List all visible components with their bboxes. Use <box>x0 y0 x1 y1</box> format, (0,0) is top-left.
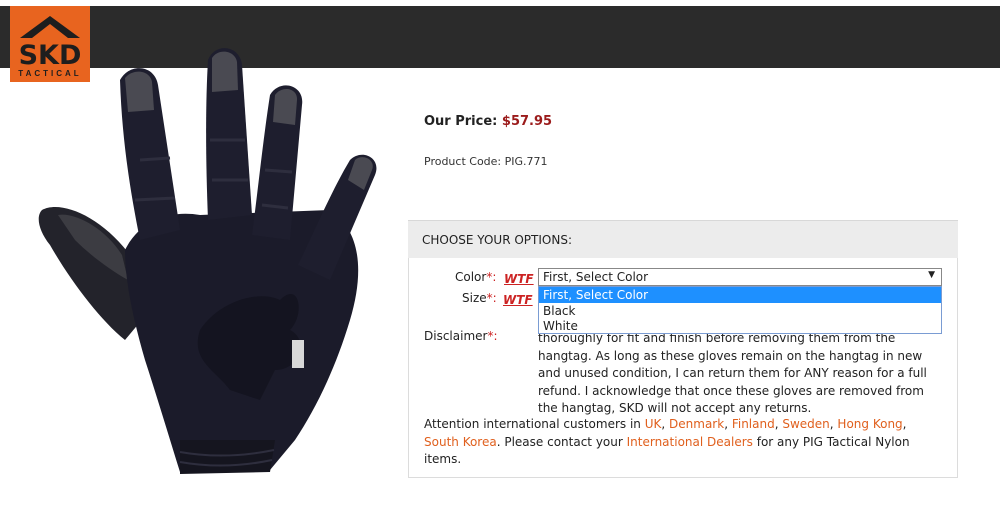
color-wtf-link[interactable]: WTF <box>504 272 534 286</box>
dropdown-option-white[interactable]: White <box>539 318 941 334</box>
color-select-value: First, Select Color <box>543 270 649 284</box>
disclaimer-line: hangtag. As long as these gloves remain … <box>538 348 923 363</box>
price-label: Our Price: <box>424 114 498 129</box>
color-required-mark: *: <box>486 270 497 284</box>
disclaimer-label-text: Disclaimer <box>424 329 488 343</box>
price-value: $57.95 <box>501 114 553 129</box>
size-required-mark: *: <box>486 291 497 305</box>
options-header-title: CHOOSE YOUR OPTIONS: <box>422 233 572 247</box>
product-code: Product Code: PIG.771 <box>424 155 548 168</box>
disclaimer-label: Disclaimer*: <box>424 329 498 343</box>
disclaimer-line: the hangtag, SKD will not accept any ret… <box>538 401 812 415</box>
country-link-denmark[interactable]: Denmark <box>669 417 724 431</box>
country-link-sweden[interactable]: Sweden <box>782 417 829 431</box>
color-label: Color*: <box>455 270 496 284</box>
glove-image[interactable] <box>30 40 400 480</box>
intl-sep: , <box>661 417 670 431</box>
product-code-label: Product Code: <box>424 155 502 168</box>
dropdown-arrow-icon: ▼ <box>928 270 935 280</box>
size-label: Size*: <box>462 291 497 305</box>
dropdown-option-label: White <box>543 319 578 333</box>
color-dropdown-list[interactable]: First, Select Color Black White <box>538 286 942 334</box>
disclaimer-line: refund. I acknowledge that once these gl… <box>538 383 924 398</box>
options-header: CHOOSE YOUR OPTIONS: <box>408 220 958 258</box>
dropdown-option-black[interactable]: Black <box>539 303 941 319</box>
product-code-value: PIG.771 <box>504 155 548 168</box>
international-notice: Attention international customers in UK,… <box>424 416 944 469</box>
dropdown-option-select-color[interactable]: First, Select Color <box>539 287 941 303</box>
size-wtf-link[interactable]: WTF <box>503 293 533 307</box>
country-link-uk[interactable]: UK <box>645 417 662 431</box>
intl-sep: , <box>902 417 907 431</box>
international-dealers-link[interactable]: International Dealers <box>627 435 753 449</box>
intl-middle: . Please contact your <box>496 434 627 449</box>
intl-sep: , <box>724 417 732 431</box>
disclaimer-line: and unused condition, I can return them … <box>538 366 927 380</box>
country-link-hong-kong[interactable]: Hong Kong <box>837 417 902 431</box>
color-select[interactable]: First, Select Color ▼ <box>538 268 942 286</box>
intl-prefix: Attention international customers in <box>424 417 645 431</box>
size-label-text: Size <box>462 291 487 305</box>
dropdown-option-label: First, Select Color <box>543 288 649 302</box>
color-label-text: Color <box>455 270 487 284</box>
dropdown-option-label: Black <box>543 304 576 318</box>
country-link-finland[interactable]: Finland <box>732 417 775 431</box>
product-price: Our Price: $57.95 <box>424 114 552 129</box>
country-link-south-korea[interactable]: South Korea <box>424 435 497 449</box>
disclaimer-required-mark: *: <box>487 329 498 343</box>
disclaimer-text: thoroughly for fit and finish before rem… <box>538 330 948 418</box>
